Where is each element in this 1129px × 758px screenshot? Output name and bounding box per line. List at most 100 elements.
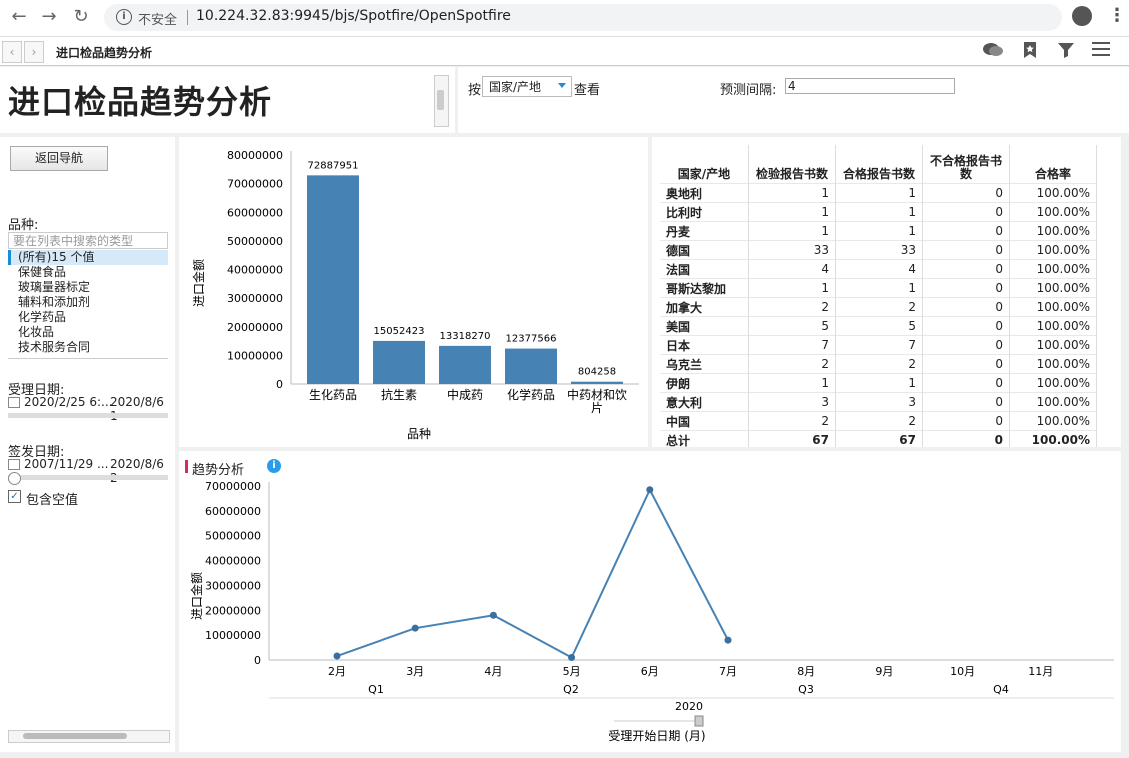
profile-icon[interactable] [1072, 6, 1092, 26]
col-rate-header[interactable]: 合格率 [1009, 145, 1097, 184]
y-tick-label: 0 [276, 378, 283, 391]
table-cell: 1 [748, 202, 836, 222]
table-row[interactable]: 法国 4 4 0 100.00% [660, 259, 1097, 279]
list-item[interactable]: 玻璃量器标定 [8, 280, 168, 295]
table-row[interactable]: 加拿大 2 2 0 100.00% [660, 297, 1097, 317]
table-cell: 1 [748, 373, 836, 393]
table-cell: 0 [922, 240, 1010, 260]
vertical-scrollbar[interactable] [434, 75, 449, 127]
filter-icon[interactable] [1057, 41, 1075, 64]
accept-date-range[interactable]: 2020/2/25 6:... [8, 395, 112, 409]
table-row[interactable]: 伊朗 1 1 0 100.00% [660, 373, 1097, 393]
col-country-header[interactable]: 国家/产地 [660, 145, 749, 184]
accept-date-slider[interactable] [8, 413, 168, 418]
table-row[interactable]: 丹麦 1 1 0 100.00% [660, 221, 1097, 241]
page-forward-button[interactable]: › [24, 41, 44, 63]
table-cell: 法国 [660, 259, 749, 279]
x-tick-label: 2月 [328, 665, 346, 678]
bookmark-icon[interactable] [1022, 41, 1038, 64]
summary-table: 国家/产地 检验报告书数 合格报告书数 不合格报告书数 合格率 奥地利 1 1 0 10… [660, 145, 1097, 447]
chevron-down-icon[interactable] [558, 83, 566, 88]
list-item[interactable]: 化妆品 [8, 325, 168, 340]
table-cell: 0 [922, 392, 1010, 412]
y-axis-label: 进口金额 [189, 572, 204, 620]
trend-title: 趋势分析 [192, 463, 245, 478]
table-cell: 33 [748, 240, 836, 260]
search-input[interactable]: 要在列表中搜索的类型 [8, 232, 168, 249]
table-cell: 0 [922, 373, 1010, 393]
y-tick-label: 50000000 [205, 530, 261, 543]
table-row[interactable]: 美国 5 5 0 100.00% [660, 316, 1097, 336]
table-total-row[interactable]: 总计 67 67 0 100.00% [660, 430, 1097, 447]
issue-date-slider[interactable] [8, 475, 168, 480]
table-cell: 总计 [660, 430, 749, 447]
y-tick-label: 50000000 [227, 235, 283, 248]
slider-handle[interactable] [8, 472, 21, 485]
summary-table-panel: 国家/产地 检验报告书数 合格报告书数 不合格报告书数 合格率 奥地利 1 1 0 10… [652, 137, 1121, 447]
url-text[interactable]: 10.224.32.83:9945/bjs/Spotfire/OpenSpotf… [196, 8, 511, 24]
table-row[interactable]: 日本 7 7 0 100.00% [660, 335, 1097, 355]
table-cell: 奥地利 [660, 183, 749, 203]
x-tick-label: 8月 [797, 665, 815, 678]
table-cell: 0 [922, 202, 1010, 222]
scroll-thumb[interactable] [23, 733, 127, 739]
x-tick-label: 9月 [875, 665, 893, 678]
table-row[interactable]: 奥地利 1 1 0 100.00% [660, 183, 1097, 203]
issue-date-to[interactable]: 2020/8/6 2 [110, 457, 175, 485]
table-cell: 1 [748, 183, 836, 203]
include-empty-checkbox[interactable]: ✓ [8, 490, 21, 503]
hamburger-menu-icon[interactable] [1092, 41, 1110, 62]
issue-date-range[interactable]: 2007/11/29 ... [8, 457, 108, 471]
table-row[interactable]: 哥斯达黎加 1 1 0 100.00% [660, 278, 1097, 298]
quarter-label: Q4 [993, 683, 1009, 696]
y-tick-label: 0 [254, 654, 261, 667]
accept-date-to[interactable]: 2020/8/6 1 [110, 395, 175, 423]
back-navigation-button[interactable]: 返回导航 [10, 146, 108, 171]
table-cell: 7 [835, 335, 923, 355]
table-row[interactable]: 乌克兰 2 2 0 100.00% [660, 354, 1097, 374]
info-icon[interactable]: i [267, 459, 281, 473]
y-tick-label: 80000000 [227, 149, 283, 162]
reload-icon[interactable]: ↻ [70, 6, 92, 28]
bar [571, 381, 623, 384]
back-arrow-icon[interactable]: ← [8, 6, 30, 28]
table-row[interactable]: 意大利 3 3 0 100.00% [660, 392, 1097, 412]
browser-menu-icon[interactable]: ⋮ [1108, 5, 1126, 26]
quarter-label: Q2 [563, 683, 579, 696]
table-cell: 100.00% [1009, 392, 1097, 412]
list-item[interactable]: 化学药品 [8, 310, 168, 325]
table-row[interactable]: 德国 33 33 0 100.00% [660, 240, 1097, 260]
y-tick-label: 20000000 [227, 321, 283, 334]
series-line [336, 487, 729, 659]
list-item[interactable]: 保健食品 [8, 265, 168, 280]
table-cell: 100.00% [1009, 373, 1097, 393]
forecast-input[interactable]: 4 [785, 78, 955, 94]
table-cell: 1 [748, 278, 836, 298]
table-row[interactable]: 比利时 1 1 0 100.00% [660, 202, 1097, 222]
trend-chart: 0 10000000 20000000 30000000 40000000 5000000… [189, 480, 1114, 743]
col-passed-header[interactable]: 合格报告书数 [835, 145, 923, 184]
table-row[interactable]: 中国 2 2 0 100.00% [660, 411, 1097, 431]
table-cell: 加拿大 [660, 297, 749, 317]
data-point [646, 486, 654, 494]
page-tab-title[interactable]: 进口检品趋势分析 [56, 44, 152, 61]
col-reports-header[interactable]: 检验报告书数 [748, 145, 836, 184]
comments-icon[interactable] [982, 41, 1004, 64]
info-icon[interactable]: i [116, 9, 132, 25]
y-axis-label: 进口金额 [191, 259, 206, 307]
list-item[interactable]: 技术服务合同 [8, 340, 168, 355]
address-bar[interactable]: i 不安全 10.224.32.83:9945/bjs/Spotfire/Ope… [104, 4, 1062, 31]
y-tick-label: 70000000 [227, 178, 283, 191]
table-cell: 0 [922, 411, 1010, 431]
list-item[interactable]: 辅料和添加剂 [8, 295, 168, 310]
col-failed-header[interactable]: 不合格报告书数 [922, 145, 1010, 184]
forward-arrow-icon[interactable]: → [38, 6, 60, 28]
table-cell: 0 [922, 259, 1010, 279]
table-cell: 0 [922, 430, 1010, 447]
page-back-button[interactable]: ‹ [2, 41, 22, 63]
x-axis-label: 受理开始日期 (月) [608, 729, 705, 743]
list-item[interactable]: (所有)15 个值 [8, 250, 168, 265]
table-cell: 2 [748, 411, 836, 431]
table-cell: 1 [748, 221, 836, 241]
horizontal-scrollbar[interactable] [8, 730, 170, 743]
